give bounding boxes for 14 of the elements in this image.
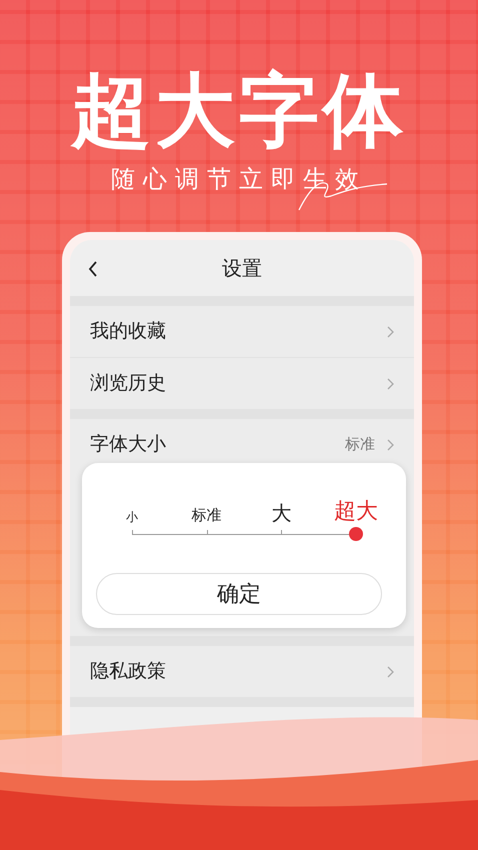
- headline: 超大字体: [71, 66, 407, 156]
- size-option[interactable]: 大: [271, 503, 292, 523]
- size-option[interactable]: 超大: [334, 501, 378, 523]
- subtitle: 随心调节立即生效: [111, 164, 367, 194]
- size-option[interactable]: 标准: [192, 508, 222, 523]
- chevron-icon: [387, 326, 394, 338]
- chevron-icon: [387, 666, 394, 678]
- back-icon[interactable]: [88, 261, 98, 277]
- size-option[interactable]: 小: [126, 511, 138, 523]
- slider-thumb[interactable]: [349, 527, 363, 541]
- screen-title: 设置: [222, 255, 262, 282]
- confirm-button[interactable]: 确定: [96, 573, 382, 615]
- chevron-icon: [387, 438, 394, 450]
- chevron-icon: [387, 378, 394, 390]
